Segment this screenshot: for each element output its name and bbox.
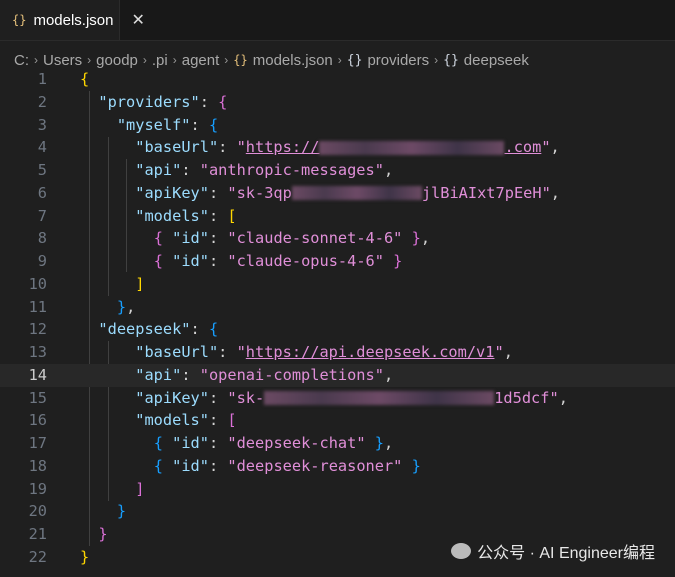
code-line: 11 }, (28, 297, 136, 316)
chevron-right-icon: › (87, 53, 92, 67)
breadcrumb-item[interactable]: goodp (96, 52, 138, 69)
code-line: 17 { "id": "deepseek-chat" }, (28, 434, 394, 452)
code-line: 2 "providers": { (37, 92, 228, 111)
chevron-right-icon: › (434, 53, 439, 67)
chevron-right-icon: › (337, 53, 342, 67)
code-line: 1{ (37, 70, 90, 88)
tab-bar: {} models.json ✕ (0, 0, 675, 41)
code-line: 12 "deepseek": { (28, 320, 219, 339)
breadcrumb-item[interactable]: .pi (152, 52, 168, 69)
redacted-url[interactable]: https://.com (246, 138, 542, 156)
code-line: 18 { "id": "deepseek-reasoner" } (28, 456, 421, 475)
redacted-key (291, 186, 422, 201)
code-line: 4 "baseUrl": "https://.com", (37, 138, 560, 157)
json-file-icon: {} (233, 53, 248, 67)
breadcrumb-item[interactable]: C: (14, 52, 29, 69)
redacted-key (264, 391, 495, 405)
chevron-right-icon: › (224, 53, 229, 67)
json-file-icon: {} (12, 13, 27, 27)
chevron-right-icon: › (172, 53, 177, 67)
wechat-icon (451, 543, 472, 559)
code-line: 19 ] (28, 479, 145, 498)
code-line-current: 14 "api": "openai-completions", (0, 363, 675, 387)
code-line: 9 { "id": "claude-opus-4-6" } (37, 252, 403, 270)
code-line: 8 { "id": "claude-sonnet-4-6" }, (37, 229, 431, 248)
object-icon: {} (443, 52, 459, 68)
code-line: 5 "api": "anthropic-messages", (37, 161, 394, 179)
code-line: 16 "models": [ (28, 411, 237, 430)
code-line: 10 ] (28, 274, 145, 293)
chevron-right-icon: › (34, 53, 38, 67)
breadcrumb-item[interactable]: agent (182, 52, 220, 69)
code-line: 3 "myself": { (37, 115, 219, 134)
code-line: 20 } (28, 502, 127, 521)
code-line: 7 "models": [ (37, 206, 237, 225)
watermark: 公众号 · AI Engineer编程 (451, 539, 655, 563)
code-editor[interactable]: 1{ 2 "providers": { 3 "myself": { 4 "bas… (0, 68, 675, 569)
breadcrumb-item[interactable]: providers (367, 52, 429, 69)
code-line: 15 "apiKey": "sk- 1d5dcf", (28, 388, 568, 407)
code-line: 13 "baseUrl": "https://api.deepseek.com/… (28, 343, 513, 361)
tab-title: models.json (33, 11, 114, 29)
breadcrumb-item[interactable]: deepseek (464, 52, 529, 69)
code-line: 6 "apiKey": "sk-3qp jlBiAIxt7pEeH", (37, 183, 560, 202)
url-link[interactable]: https://api.deepseek.com/v1 (246, 343, 495, 361)
tab-models-json[interactable]: {} models.json ✕ (0, 0, 145, 40)
object-icon: {} (346, 52, 363, 68)
breadcrumb-item[interactable]: models.json (253, 52, 333, 69)
breadcrumb-item[interactable]: Users (43, 52, 82, 69)
chevron-right-icon: › (142, 53, 147, 67)
close-icon[interactable]: ✕ (132, 10, 145, 30)
